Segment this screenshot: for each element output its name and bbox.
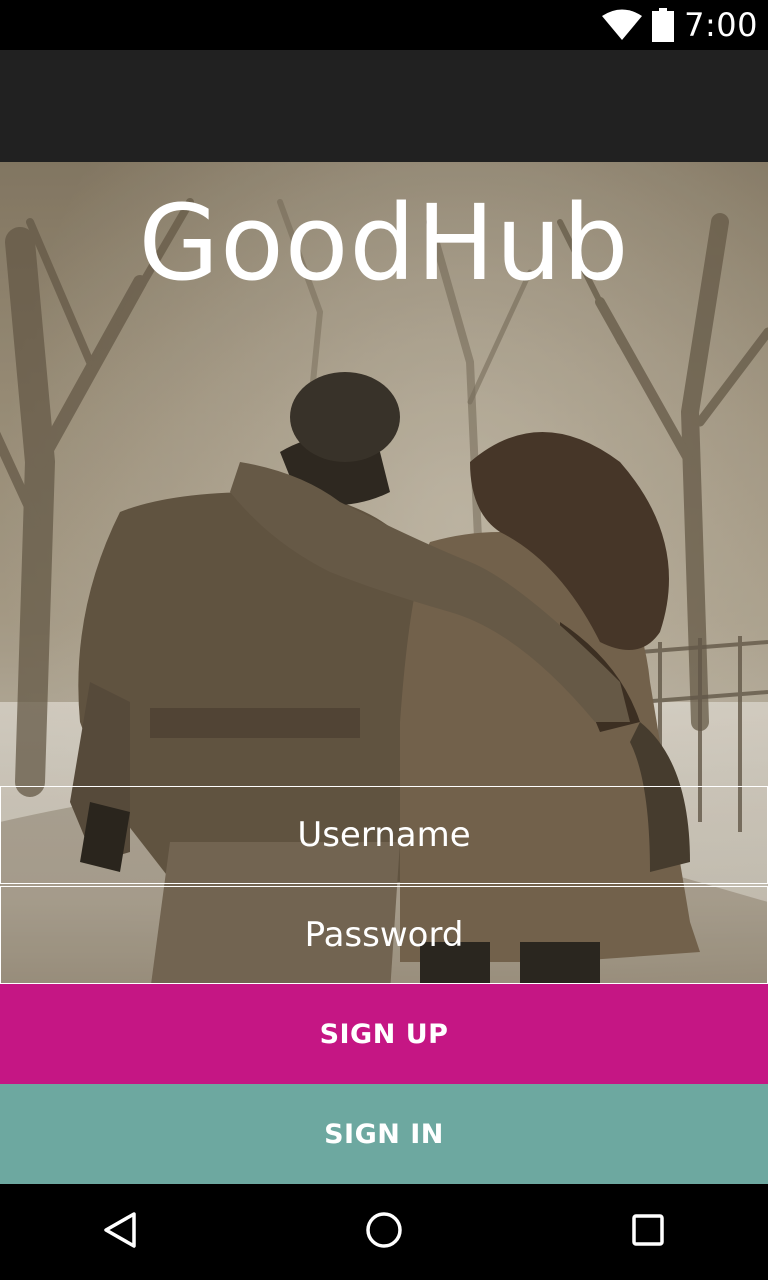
password-field[interactable]: [0, 886, 768, 984]
back-button[interactable]: [60, 1184, 180, 1280]
status-bar: 7:00: [0, 0, 768, 50]
sign-up-button[interactable]: SIGN UP: [0, 984, 768, 1084]
battery-icon: [652, 8, 675, 42]
recents-icon: [628, 1210, 668, 1255]
username-field[interactable]: [0, 786, 768, 884]
hero-background: GoodHub SIGN UP SIGN IN: [0, 162, 768, 1184]
home-button[interactable]: [324, 1184, 444, 1280]
action-bar: [0, 50, 768, 162]
navigation-bar: [0, 1184, 768, 1280]
recents-button[interactable]: [588, 1184, 708, 1280]
back-icon: [100, 1210, 140, 1255]
login-screen: 7:00 GoodHub Username SIGN UP SIGN IN: [0, 0, 768, 1280]
wifi-icon: [602, 9, 643, 41]
sign-in-button[interactable]: SIGN IN: [0, 1084, 768, 1184]
app-title: GoodHub: [138, 182, 630, 304]
status-icons: 7:00: [602, 0, 758, 50]
status-time: 7:00: [684, 6, 758, 44]
home-icon: [364, 1210, 404, 1255]
